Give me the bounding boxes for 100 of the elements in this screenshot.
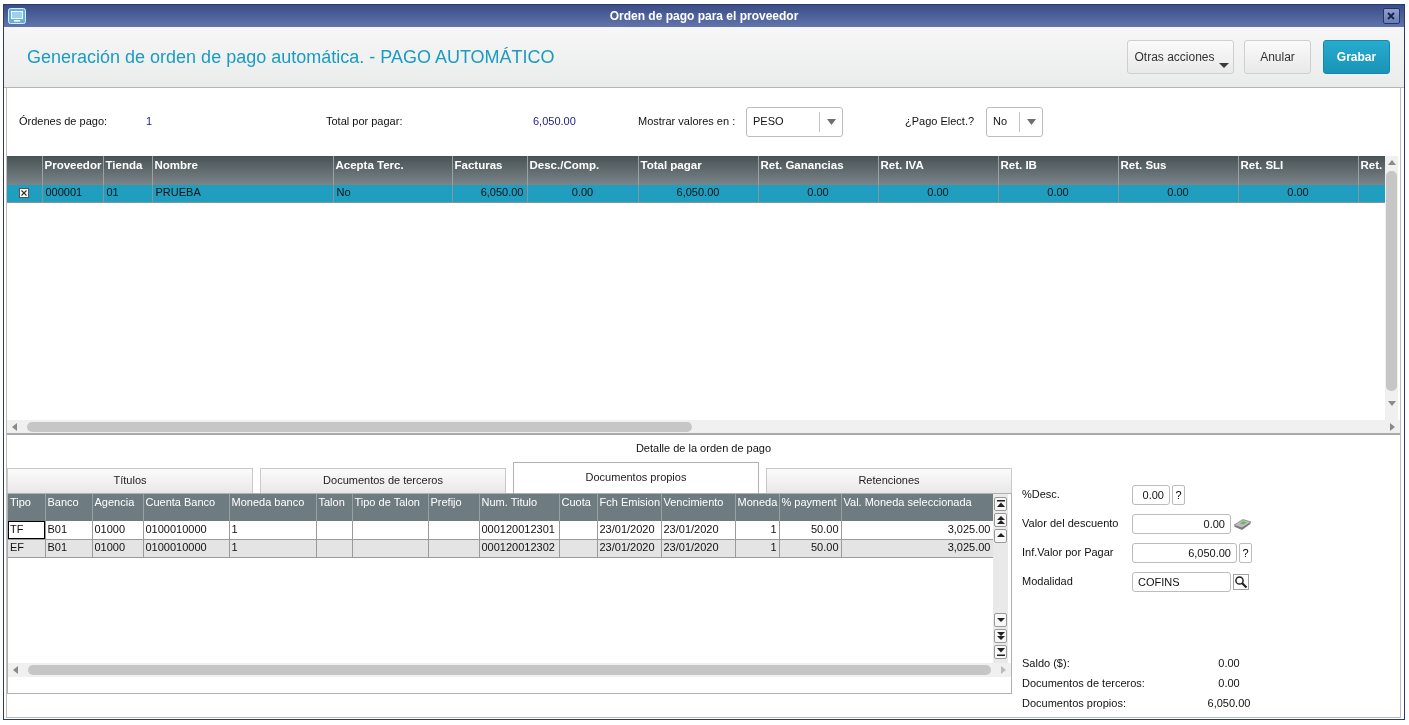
previous-record-button[interactable] <box>994 529 1007 543</box>
table-cell: 0.00 <box>1118 185 1238 202</box>
cancel-button[interactable]: Anular <box>1244 40 1311 74</box>
next-record-button[interactable] <box>994 613 1007 627</box>
column-header[interactable]: Moneda banco <box>229 494 316 521</box>
more-actions-button[interactable]: Otras acciones <box>1127 40 1234 74</box>
table-cell: TF <box>8 521 45 539</box>
column-header[interactable]: Agencia <box>92 494 143 521</box>
next-page-button[interactable] <box>994 629 1007 643</box>
total-value: 0.00 <box>1217 677 1241 691</box>
banknotes-icon[interactable] <box>1233 517 1252 531</box>
horizontal-scrollbar[interactable] <box>8 663 1011 677</box>
column-header[interactable]: Tipo <box>8 494 45 521</box>
horizontal-scrollbar[interactable] <box>7 420 1400 433</box>
help-button[interactable]: ? <box>1239 543 1252 563</box>
column-header[interactable]: Nombre <box>152 156 333 185</box>
tab[interactable]: Documentos propios <box>513 462 759 493</box>
column-header[interactable]: Vencimiento <box>661 494 735 521</box>
table-cell: 6,050.00 <box>452 185 527 202</box>
column-header[interactable]: Prefijo <box>428 494 479 521</box>
scrollbar-thumb[interactable] <box>27 421 692 432</box>
scroll-down-arrow-icon[interactable] <box>1387 401 1396 406</box>
column-header[interactable]: Num. Titulo <box>479 494 559 521</box>
bar-down-arrow-icon <box>996 648 1005 656</box>
column-header[interactable]: Ret. SLI <box>1238 156 1358 185</box>
table-cell: 000001 <box>42 185 103 202</box>
table-cell: 0.00 <box>1238 185 1358 202</box>
table-cell: B01 <box>45 521 92 539</box>
table-row[interactable]: 000001 01 PRUEBA No 6,050.00 0.00 6,050.00 0.00 0.00 0.00 0.00 0.00 <box>7 185 1385 202</box>
field-label: Inf.Valor por Pagar <box>1022 546 1115 560</box>
search-icon[interactable] <box>1233 574 1249 590</box>
column-header[interactable]: Tienda <box>103 156 152 185</box>
close-button[interactable] <box>1382 8 1400 24</box>
caret-down-icon <box>1219 63 1229 68</box>
save-button[interactable]: Grabar <box>1323 40 1390 74</box>
table-cell: 01 <box>103 185 152 202</box>
tab[interactable]: Títulos <box>7 468 253 493</box>
column-header[interactable]: Ret. IB <box>998 156 1118 185</box>
bar-up-arrow-icon <box>996 500 1005 508</box>
table-cell: No <box>333 185 452 202</box>
table-cell: 23/01/2020 <box>597 521 661 539</box>
column-header[interactable]: Talon <box>316 494 352 521</box>
down-arrow-icon <box>996 616 1005 624</box>
checkbox[interactable] <box>19 188 30 199</box>
column-header[interactable]: Total pagar <box>638 156 758 185</box>
section-title: Detalle de la orden de pago <box>635 441 772 456</box>
table-cell: 1 <box>735 521 779 539</box>
column-header[interactable]: Desc./Comp. <box>527 156 638 185</box>
total-value: 6,050.00 <box>1206 697 1252 711</box>
table-cell: 0.00 <box>998 185 1118 202</box>
column-header[interactable]: Acepta Terc. <box>333 156 452 185</box>
scrollbar-thumb[interactable] <box>1386 171 1397 391</box>
column-header[interactable]: Proveedor <box>42 156 103 185</box>
input-field[interactable]: 0.00 <box>1132 485 1170 505</box>
scroll-left-arrow-icon[interactable] <box>13 666 18 674</box>
total-label: Documentos propios: <box>1022 697 1127 711</box>
column-header[interactable]: Facturas <box>452 156 527 185</box>
input-field[interactable]: 6,050.00 <box>1132 543 1237 563</box>
column-header[interactable]: Val. Moneda seleccionada <box>841 494 993 521</box>
dropdown-select[interactable]: No <box>986 107 1043 137</box>
field-label: %Desc. <box>1022 488 1061 502</box>
column-header[interactable]: Fch Emision <box>597 494 661 521</box>
table-cell: PRUEBA <box>152 185 333 202</box>
input-field[interactable]: COFINS <box>1132 572 1231 592</box>
column-header[interactable]: Cuenta Banco <box>143 494 229 521</box>
column-header[interactable]: Ret. Sus <box>1118 156 1238 185</box>
column-header[interactable]: Banco <box>45 494 92 521</box>
up-arrow-icon <box>996 532 1005 540</box>
table-cell: 0.00 <box>527 185 638 202</box>
dropdown-select[interactable]: PESO <box>746 107 843 137</box>
help-button[interactable]: ? <box>1172 485 1185 505</box>
column-header[interactable]: % payment <box>779 494 841 521</box>
column-header[interactable]: Tipo de Talon <box>352 494 428 521</box>
first-record-button[interactable] <box>994 497 1007 511</box>
field-label: Mostrar valores en : <box>638 115 737 129</box>
column-header[interactable]: Ret. <box>1358 156 1385 185</box>
input-field[interactable]: 0.00 <box>1132 514 1231 534</box>
scroll-right-arrow-icon[interactable] <box>1001 666 1006 674</box>
scroll-up-arrow-icon[interactable] <box>1387 160 1396 165</box>
column-header[interactable]: Moneda <box>735 494 779 521</box>
field-label: ¿Pago Elect.? <box>905 115 976 129</box>
column-header[interactable]: Ret. Ganancias <box>758 156 878 185</box>
total-label: Saldo ($): <box>1022 657 1071 671</box>
scroll-left-arrow-icon[interactable] <box>12 422 17 431</box>
scroll-right-arrow-icon[interactable] <box>1390 422 1395 431</box>
previous-page-button[interactable] <box>994 513 1007 527</box>
tab[interactable]: Retenciones <box>766 468 1012 493</box>
column-header[interactable]: Cuota <box>559 494 597 521</box>
window-title: Orden de pago para el proveedor <box>608 8 800 24</box>
last-record-button[interactable] <box>994 645 1007 659</box>
field-label: Total por pagar: <box>326 115 404 129</box>
tab[interactable]: Documentos de terceros <box>260 468 506 493</box>
scrollbar-thumb[interactable] <box>28 665 991 675</box>
table-cell: 3,025.00 <box>841 521 993 539</box>
vertical-scrollbar[interactable] <box>1385 156 1398 420</box>
field-label: Valor del descuento <box>1022 517 1120 531</box>
table-cell: 0.00 <box>758 185 878 202</box>
column-header[interactable]: Ret. IVA <box>878 156 998 185</box>
close-icon <box>1387 12 1395 20</box>
field-label: Modalidad <box>1022 575 1074 589</box>
